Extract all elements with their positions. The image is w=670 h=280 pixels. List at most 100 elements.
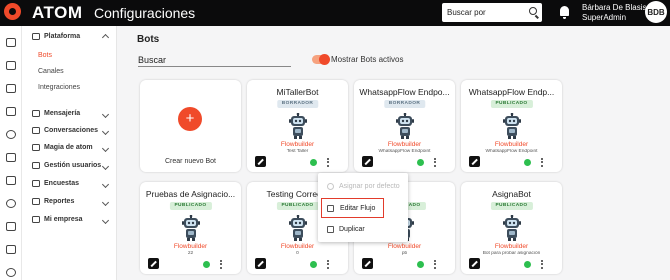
sidebar-group-label: Conversaciones — [44, 127, 99, 134]
menu-item-duplicate[interactable]: Duplicar — [318, 220, 408, 238]
edit-pencil-icon[interactable] — [255, 156, 266, 167]
sidebar-group-plataforma[interactable]: Plataforma — [32, 33, 80, 40]
notifications-bell-icon[interactable] — [560, 6, 569, 19]
reportes-icon — [32, 198, 40, 205]
bot-type: Flowbuilder — [280, 243, 315, 250]
sidebar-group-encuestas[interactable]: Encuestas — [32, 180, 79, 187]
status-badge: BORRADOR — [276, 100, 319, 108]
home-icon[interactable] — [6, 38, 16, 47]
more-options-icon[interactable] — [434, 158, 437, 167]
sidebar-group-label: Reportes — [44, 198, 75, 205]
chevron-down-icon[interactable] — [101, 162, 110, 171]
encuestas-icon — [32, 180, 40, 187]
sidebar-group-reportes[interactable]: Reportes — [32, 198, 74, 205]
bot-card[interactable]: AsignaBot PUBLICADO Flowbuilder Bot para pr… — [461, 182, 562, 274]
bot-description: WhatsappFlow Endpoint — [485, 149, 538, 154]
calendar-icon[interactable] — [6, 245, 16, 254]
robot-icon — [502, 214, 521, 241]
more-options-icon[interactable] — [220, 260, 223, 269]
bot-card[interactable]: Pruebas de Asignacio... PUBLICADO Flowbuil… — [140, 182, 241, 274]
create-bot-card[interactable]: + Crear nuevo Bot — [140, 80, 241, 172]
facebook-icon[interactable] — [6, 199, 16, 208]
plataforma-icon — [32, 33, 40, 40]
sidebar-group-label: Gestión usuarios — [44, 162, 102, 169]
sidebar-group-magia[interactable]: Magia de atom — [32, 144, 93, 151]
icon-rail — [0, 26, 22, 280]
sidebar-item-bots[interactable]: Bots — [38, 52, 52, 59]
edit-pencil-icon[interactable] — [362, 156, 373, 167]
edit-pencil-icon[interactable] — [469, 258, 480, 269]
bot-name: MiTallerBot — [276, 87, 319, 97]
whatsapp-icon — [417, 159, 424, 166]
edit-pencil-icon[interactable] — [469, 156, 480, 167]
menu-item-edit-flow[interactable]: Editar Flujo — [321, 198, 384, 218]
edit-pencil-icon[interactable] — [362, 258, 373, 269]
user-info[interactable]: Bárbara De Blasis SuperAdmin — [582, 3, 646, 23]
bot-card[interactable]: WhatsappFlow Endp... PUBLICADO Flowbuilder… — [461, 80, 562, 172]
table-icon[interactable] — [6, 84, 16, 93]
chat-icon[interactable] — [6, 61, 16, 70]
robot-icon — [395, 112, 414, 139]
sidebar-group-label: Plataforma — [44, 33, 81, 40]
avatar[interactable]: BDB — [645, 1, 667, 23]
bots-search-input[interactable]: Buscar — [138, 54, 291, 67]
sidebar-group-label: Mi empresa — [44, 216, 83, 223]
plus-icon[interactable]: + — [178, 107, 202, 131]
bot-description: 0 — [296, 251, 299, 256]
sidebar-group-usuarios[interactable]: Gestión usuarios — [32, 162, 101, 169]
sidebar-group-conversaciones[interactable]: Conversaciones — [32, 127, 98, 134]
sidebar-item-integraciones[interactable]: Integraciones — [38, 84, 80, 91]
menu-item-label: Asignar por defecto — [339, 182, 400, 190]
chevron-down-icon[interactable] — [101, 198, 110, 207]
sidebar-group-label: Magia de atom — [44, 144, 93, 151]
bot-type: Flowbuilder — [173, 243, 208, 250]
edit-pencil-icon[interactable] — [148, 258, 159, 269]
global-search-input[interactable]: Buscar por — [442, 3, 542, 22]
status-badge: PUBLICADO — [490, 100, 533, 108]
bot-description: WhatsappFlow Endpoint — [378, 149, 431, 154]
chevron-down-icon[interactable] — [101, 216, 110, 225]
sidebar-group-mensajeria[interactable]: Mensajería — [32, 110, 80, 117]
edit-pencil-icon[interactable] — [255, 258, 266, 269]
more-options-icon[interactable] — [327, 158, 330, 167]
headset-icon[interactable] — [6, 130, 16, 139]
sidebar-group-empresa[interactable]: Mi empresa — [32, 216, 83, 223]
chevron-down-icon[interactable] — [101, 110, 110, 119]
robot-icon — [288, 112, 307, 139]
more-options-icon[interactable] — [434, 260, 437, 269]
bot-description: Test Taller — [286, 149, 309, 154]
bot-card[interactable]: WhatsappFlow Endpo... BORRADOR Flowbuilder… — [354, 80, 455, 172]
more-options-icon[interactable] — [541, 260, 544, 269]
tag-icon[interactable] — [6, 176, 16, 185]
chevron-down-icon[interactable] — [101, 180, 110, 189]
active-bots-toggle[interactable] — [312, 54, 330, 65]
bot-description: pb — [401, 251, 408, 256]
bot-type: Flowbuilder — [387, 243, 422, 250]
user-name: Bárbara De Blasis — [582, 3, 647, 12]
inbox-icon[interactable] — [6, 153, 16, 162]
chevron-up-icon[interactable] — [101, 33, 110, 42]
menu-item-assign-default[interactable]: Asignar por defecto — [318, 177, 408, 195]
grid-icon[interactable] — [6, 107, 16, 116]
sidebar-group-label: Encuestas — [44, 180, 80, 187]
sidebar-item-canales[interactable]: Canales — [38, 68, 64, 75]
bot-card[interactable]: MiTallerBot BORRADOR Flowbuilder Test Talle… — [247, 80, 348, 172]
clock-icon[interactable] — [6, 268, 16, 277]
more-options-icon[interactable] — [541, 158, 544, 167]
sidebar: Plataforma Bots Canales Integraciones Me… — [22, 26, 117, 280]
more-options-icon[interactable] — [327, 260, 330, 269]
megaphone-icon[interactable] — [6, 222, 16, 231]
atom-logo-icon — [4, 3, 21, 20]
mensajeria-icon — [32, 110, 40, 117]
search-icon[interactable] — [529, 7, 537, 15]
global-search-placeholder: Buscar por — [447, 8, 486, 17]
bot-type: Flowbuilder — [494, 141, 529, 148]
robot-icon — [181, 214, 200, 241]
active-bots-toggle-label: Mostrar Bots activos — [331, 55, 404, 64]
conversaciones-icon — [32, 127, 40, 134]
chevron-down-icon[interactable] — [101, 144, 110, 153]
chevron-down-icon[interactable] — [101, 127, 110, 136]
sidebar-group-label: Mensajería — [44, 110, 81, 117]
bot-type: Flowbuilder — [280, 141, 315, 148]
page-section-title: Configuraciones — [94, 5, 196, 21]
